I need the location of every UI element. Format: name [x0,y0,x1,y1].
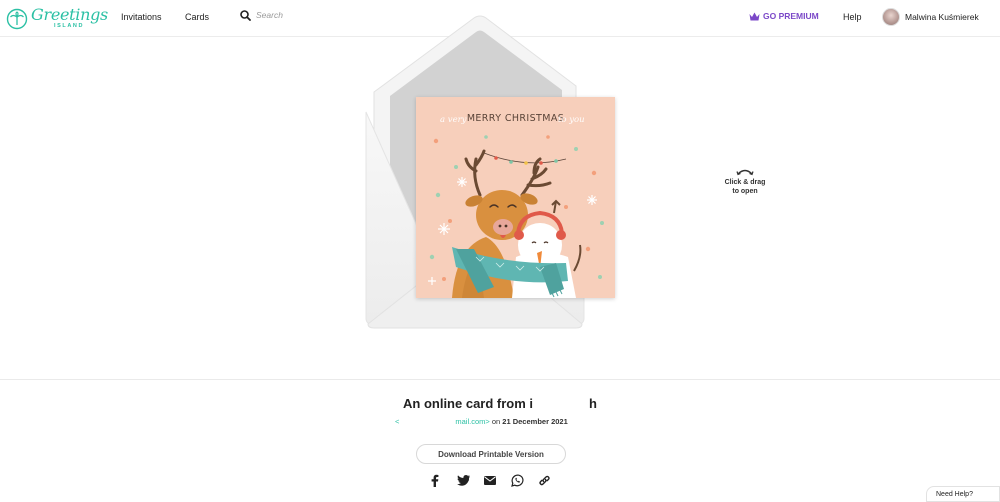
greetings-island-logo[interactable]: Greetings ISLAND [6,5,108,33]
share-email-button[interactable] [483,473,497,487]
sent-date: 21 December 2021 [502,417,568,426]
facebook-icon [431,474,439,487]
search-icon [240,10,251,21]
whatsapp-icon [510,474,524,487]
sender-email-prefix[interactable]: < [395,417,399,426]
twitter-icon [456,474,470,486]
christmas-card[interactable]: a very MERRY CHRISTMAS to you [416,97,615,298]
go-premium-label: GO PREMIUM [763,11,819,21]
link-icon [538,475,550,485]
logo-text: Greetings [31,5,108,24]
title-prefix: An online card from i [403,396,534,411]
drag-to-open-hint: Click & drag to open [715,168,775,196]
nav-invitations[interactable]: Invitations [121,12,162,22]
share-facebook-button[interactable] [428,473,442,487]
share-link-button[interactable] [537,473,551,487]
sender-info: < mail.com> on 21 December 2021 [395,417,595,426]
nav-cards[interactable]: Cards [185,12,209,22]
user-name: Malwina Kuśmierek [905,12,979,22]
title-suffix: h [589,396,597,411]
download-printable-button[interactable]: Download Printable Version [416,444,566,464]
palm-tree-icon [6,8,28,30]
drag-arrow-icon [736,169,754,176]
card-title: MERRY CHRISTMAS [466,113,565,124]
search-input[interactable] [254,9,378,21]
drag-hint-line2: to open [732,188,758,195]
logo-subtext: ISLAND [54,23,85,29]
sent-on-label: on [489,417,503,426]
email-icon [484,475,496,485]
help-link[interactable]: Help [843,12,862,22]
drag-hint-line1: Click & drag [724,179,766,186]
sender-email-domain[interactable]: mail.com> [455,417,489,426]
share-twitter-button[interactable] [456,473,470,487]
user-menu[interactable]: Malwina Kuśmierek [882,8,979,26]
card-illustration [428,135,604,298]
crown-icon [749,12,760,20]
card-sender-title: An online card from i h [0,396,1000,411]
avatar [882,8,900,26]
card-script-right: to you [558,115,585,125]
share-whatsapp-button[interactable] [510,473,524,487]
go-premium-link[interactable]: GO PREMIUM [749,11,819,21]
